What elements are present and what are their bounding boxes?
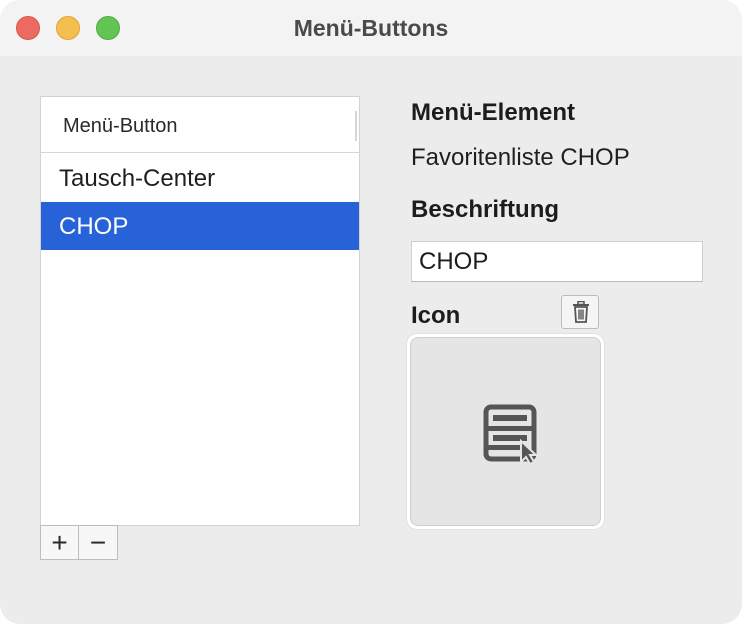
trash-icon — [573, 301, 589, 323]
list-row-tausch-center[interactable]: Tausch-Center — [41, 154, 359, 202]
caption-heading: Beschriftung — [411, 196, 560, 223]
list-column-header[interactable]: Menü-Button — [41, 97, 359, 153]
menu-element-heading: Menü-Element — [411, 99, 576, 126]
remove-button[interactable]: − — [79, 526, 117, 559]
window: Menü-Buttons Menü-Button Tausch-Center C… — [0, 0, 742, 624]
icon-drop-well[interactable] — [407, 334, 604, 529]
titlebar[interactable]: Menü-Buttons — [0, 0, 742, 56]
column-header-label: Menü-Button — [63, 115, 178, 137]
menu-element-value: Favoritenliste CHOP — [411, 144, 630, 171]
delete-icon-button[interactable] — [561, 295, 599, 329]
menu-list-cursor-icon — [483, 404, 537, 464]
window-title: Menü-Buttons — [293, 15, 449, 41]
add-remove-control: + − — [40, 525, 118, 560]
column-resize-handle[interactable] — [355, 111, 357, 141]
list-row-chop[interactable]: CHOP — [41, 202, 359, 250]
caption-input[interactable] — [411, 241, 703, 282]
icon-well-inner — [410, 337, 601, 526]
add-button[interactable]: + — [41, 526, 79, 559]
menu-button-list[interactable]: Menü-Button Tausch-Center CHOP — [40, 96, 360, 526]
icon-heading: Icon — [411, 302, 461, 329]
